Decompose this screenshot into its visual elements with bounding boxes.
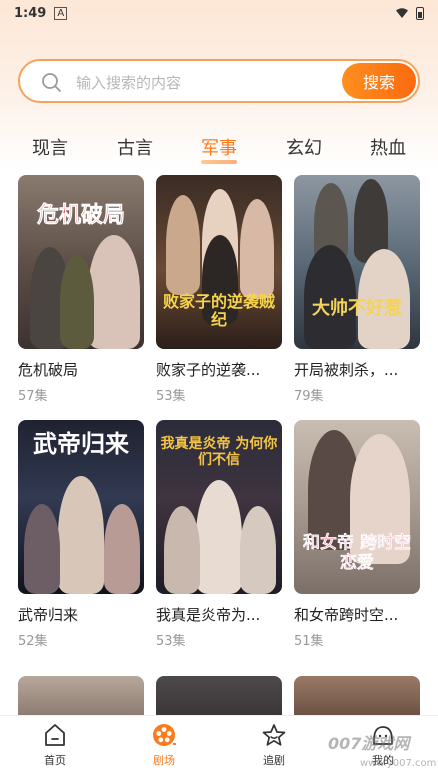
- episode-count: 53集: [156, 389, 186, 404]
- drama-title: 我真是炎帝为...: [156, 606, 261, 624]
- star-icon: [262, 724, 286, 746]
- film-reel-icon: [153, 724, 176, 746]
- status-icons: [396, 6, 424, 20]
- drama-title: 开局被刺杀，...: [294, 361, 399, 379]
- episode-count: 53集: [156, 634, 186, 649]
- drama-poster[interactable]: 和女帝 跨时空恋爱: [294, 420, 420, 594]
- tab-junshi-label: 军事: [201, 138, 237, 159]
- nav-following[interactable]: 追剧: [244, 722, 304, 768]
- tab-xianyan[interactable]: 现言: [20, 134, 80, 160]
- drama-poster[interactable]: 败家子的逆袭贼纪: [156, 175, 282, 349]
- search-button[interactable]: 搜索: [342, 63, 416, 99]
- drama-title: 武帝归来: [18, 606, 79, 624]
- wifi-icon: [396, 8, 408, 18]
- drama-title: 危机破局: [18, 361, 79, 379]
- tab-rexue[interactable]: 热血: [358, 134, 418, 160]
- drama-poster-partial[interactable]: [156, 676, 282, 716]
- drama-card[interactable]: 和女帝 跨时空恋爱 和女帝跨时空... 51集: [294, 420, 420, 649]
- active-tab-indicator: [201, 160, 237, 164]
- home-icon: [45, 724, 65, 746]
- battery-icon: [416, 6, 424, 20]
- nav-home-label: 首页: [44, 754, 66, 767]
- episode-count: 79集: [294, 389, 324, 404]
- drama-card[interactable]: 败家子的逆袭贼纪 败家子的逆袭... 53集: [156, 175, 282, 404]
- search-input[interactable]: 输入搜索的内容: [76, 72, 181, 93]
- category-tabs: 现言 古言 军事 玄幻 热血: [0, 130, 438, 166]
- drama-poster[interactable]: 武帝归来: [18, 420, 144, 594]
- poster-title: 武帝归来: [33, 429, 129, 458]
- drama-poster-partial[interactable]: [294, 676, 420, 716]
- drama-poster-partial[interactable]: [18, 676, 144, 716]
- nav-home[interactable]: 首页: [25, 722, 85, 768]
- drama-poster[interactable]: 大帅不好惹: [294, 175, 420, 349]
- poster-title: 和女帝 跨时空恋爱: [303, 533, 411, 573]
- episode-count: 51集: [294, 634, 324, 649]
- drama-poster[interactable]: 我真是炎帝 为何你们不信: [156, 420, 282, 594]
- drama-title: 和女帝跨时空...: [294, 606, 399, 624]
- poster-title: 危机破局: [36, 202, 126, 228]
- poster-title: 我真是炎帝 为何你们不信: [160, 436, 278, 469]
- search-bar[interactable]: 输入搜索的内容 搜索: [18, 59, 420, 103]
- drama-card[interactable]: 大帅不好惹 开局被刺杀，... 79集: [294, 175, 420, 404]
- status-time: 1:49: [14, 5, 47, 21]
- nav-theater-label: 剧场: [153, 754, 175, 767]
- drama-title: 败家子的逆袭...: [156, 361, 261, 379]
- search-icon: [42, 73, 61, 92]
- nav-theater[interactable]: 剧场: [134, 722, 194, 768]
- tab-guyan[interactable]: 古言: [105, 134, 165, 160]
- episode-count: 57集: [18, 389, 48, 404]
- drama-card[interactable]: 危机破局 危机破局 57集: [18, 175, 144, 404]
- poster-title: 大帅不好惹: [312, 298, 402, 319]
- notification-indicator: A: [54, 6, 68, 20]
- episode-count: 52集: [18, 634, 48, 649]
- status-bar: 1:49 A: [0, 0, 438, 26]
- watermark-logo: 007游戏网: [328, 734, 410, 753]
- drama-card[interactable]: 武帝归来 武帝归来 52集: [18, 420, 144, 649]
- watermark-url: www.y007.com: [360, 758, 437, 769]
- tab-junshi[interactable]: 军事: [189, 134, 249, 164]
- poster-title: 败家子的逆袭贼纪: [162, 292, 275, 330]
- drama-poster[interactable]: 危机破局: [18, 175, 144, 349]
- nav-following-label: 追剧: [263, 754, 285, 767]
- tab-xuanhuan[interactable]: 玄幻: [274, 134, 334, 160]
- drama-card[interactable]: 我真是炎帝 为何你们不信 我真是炎帝为... 53集: [156, 420, 282, 649]
